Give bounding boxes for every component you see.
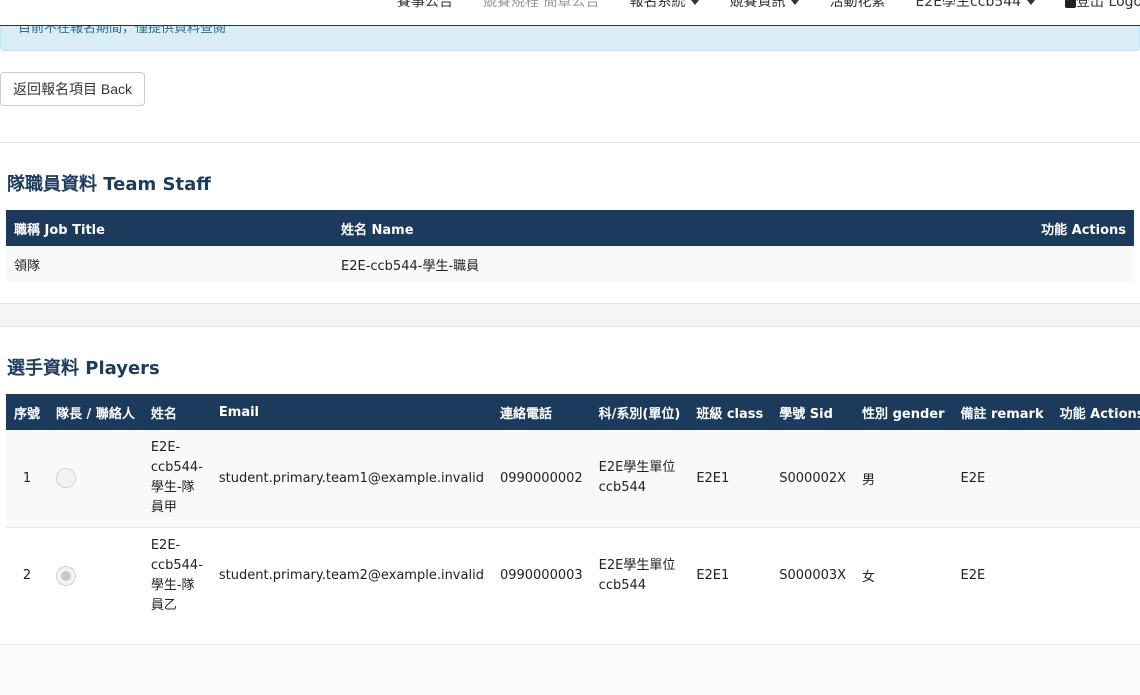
column-header: 連絡電話 [491,394,591,430]
back-button[interactable]: 返回報名項目 Back [0,72,145,106]
nav-item-announcements[interactable]: 賽事公告 [397,0,453,11]
column-header: 班級 class [688,394,772,430]
player-name: E2E-ccb544-學生-隊員甲 [150,440,203,516]
chevron-down-icon [791,0,800,5]
column-header: 姓名 [142,394,211,430]
player-dept: E2E學生單位ccb544 [598,460,676,496]
captain-radio[interactable] [56,468,77,489]
nav-item-user-menu[interactable]: E2E學生ccb544 [915,0,1036,11]
column-header: 職稱 Job Title [6,210,333,246]
column-header: 姓名 Name [333,210,934,246]
chevron-down-icon [691,0,700,5]
logout-link[interactable]: 登出 Logout [1065,0,1140,11]
player-email: student.primary.team1@example.invalid [218,470,484,486]
player-sid: S000002X [779,470,847,486]
captain-radio[interactable] [56,565,77,586]
staff-section-title: 隊職員資料 Team Staff [7,174,211,195]
divider [0,142,1140,143]
column-header: 功能 Actions [1051,394,1140,430]
alert-text: 目前不在報名期間，僅提供資料查閱 [18,26,227,36]
column-header: 序號 [6,394,49,430]
chevron-down-icon [1027,0,1036,5]
players-table: 序號 隊長 / 聯絡人 姓名 Email 連絡電話 科/系別(單位) 班級 cl… [6,394,1140,624]
logout-label: 登出 Logout [1076,0,1140,10]
nav-menu: 賽事公告 競賽規程 簡章公告 報名系統 競賽資訊 活動花絮 E2E學生ccb54… [397,0,1140,11]
staff-actions [934,246,1134,282]
players-section-title: 選手資料 Players [7,358,160,379]
player-class: E2E1 [696,470,730,486]
nav-item-rules[interactable]: 競賽規程 簡章公告 [483,0,599,11]
player-dept: E2E學生單位ccb544 [598,557,676,593]
player-gender: 男 [862,472,876,488]
player-gender: 女 [862,570,876,586]
player-email: student.primary.team2@example.invalid [218,568,484,584]
staff-job-title: 領隊 [14,258,41,274]
staff-name: E2E-ccb544-學生-職員 [341,258,480,274]
staff-table: 職稱 Job Title 姓名 Name 功能 Actions 領隊 E2E-c… [6,210,1134,282]
player-phone: 0990000002 [499,470,583,486]
column-header: 備註 remark [952,394,1052,430]
user-menu-label: E2E學生ccb544 [915,0,1022,10]
table-row: 1 E2E-ccb544-學生-隊員甲 student.primary.team… [6,430,1140,527]
player-index: 2 [22,568,32,584]
nav-item-gallery[interactable]: 活動花絮 [829,0,885,11]
nav-item-registration-label: 報名系統 [629,0,686,10]
info-alert: 目前不在報名期間，僅提供資料查閱 [0,26,1140,51]
nav-item-competition-info-label: 競賽資訊 [729,0,786,10]
player-index: 1 [22,470,32,486]
column-header: 功能 Actions [934,210,1134,246]
footer-band [0,645,1140,695]
column-header: 隊長 / 聯絡人 [48,394,143,430]
column-header: 科/系別(單位) [590,394,689,430]
divider [0,326,1140,327]
players-table-header: 序號 隊長 / 聯絡人 姓名 Email 連絡電話 科/系別(單位) 班級 cl… [6,394,1140,430]
player-actions [1052,527,1140,624]
captain-cell [48,527,143,624]
player-phone: 0990000003 [499,568,583,584]
table-row: 領隊 E2E-ccb544-學生-職員 [6,246,1134,282]
player-actions [1052,430,1140,527]
user-icon [1065,0,1077,8]
player-sid: S000003X [779,568,847,584]
player-class: E2E1 [696,568,730,584]
nav-item-competition-info[interactable]: 競賽資訊 [729,0,800,11]
staff-table-header: 職稱 Job Title 姓名 Name 功能 Actions [6,210,1134,246]
table-row: 2 E2E-ccb544-學生-隊員乙 student.primary.team… [6,527,1140,624]
section-separator [0,304,1140,326]
nav-item-registration[interactable]: 報名系統 [629,0,700,11]
player-name: E2E-ccb544-學生-隊員乙 [150,537,203,613]
column-header: Email [210,394,492,430]
captain-cell [48,430,143,527]
column-header: 性別 gender [854,394,953,430]
player-remark: E2E [960,568,986,584]
top-navbar: 賽事公告 競賽規程 簡章公告 報名系統 競賽資訊 活動花絮 E2E學生ccb54… [0,0,1140,26]
player-remark: E2E [960,470,986,486]
column-header: 學號 Sid [771,394,855,430]
